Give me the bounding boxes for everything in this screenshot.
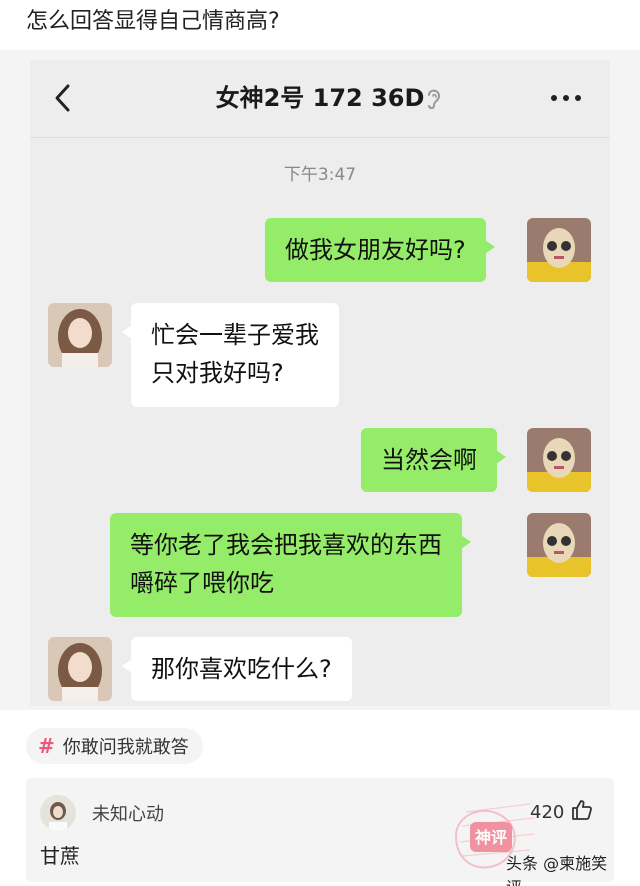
message-bubble-me[interactable]: 做我女朋友好吗? <box>265 218 495 282</box>
my-avatar[interactable] <box>527 428 591 492</box>
stamp-text: 神评 <box>475 828 507 847</box>
topic-label: 你敢问我就敢答 <box>62 737 189 758</box>
their-avatar[interactable] <box>48 637 112 701</box>
message-line: 等你老了我会把我喜欢的东西 <box>130 531 442 559</box>
comment-text: 甘蔗 <box>40 844 80 868</box>
comment-card: 未知心动 420 甘蔗 神评 头条 @柬施笑评 <box>26 778 614 886</box>
message-bubble-me[interactable]: 当然会啊 <box>361 428 506 492</box>
chat-header: 女神2号 172 36D <box>30 60 610 138</box>
topic-tag[interactable]: # 你敢问我就敢答 <box>26 728 203 764</box>
message-line: 当然会啊 <box>381 446 477 474</box>
hash-icon: # <box>38 734 55 758</box>
message-line: 嚼碎了喂你吃 <box>130 569 274 597</box>
commenter-avatar[interactable] <box>40 795 76 831</box>
chat-window: 女神2号 172 36D 下午3:47 做我女朋友好吗? 忙会一辈子爱我 只对我… <box>30 60 610 706</box>
message-timestamp: 下午3:47 <box>283 165 357 185</box>
my-avatar[interactable] <box>527 513 591 577</box>
thumbs-up-icon[interactable] <box>570 798 594 822</box>
my-avatar[interactable] <box>527 218 591 282</box>
message-line: 忙会一辈子爱我 <box>151 321 319 349</box>
watermark: 头条 @柬施笑评 <box>506 854 608 886</box>
message-bubble-them[interactable]: 那你喜欢吃什么? <box>122 637 352 701</box>
back-chevron-icon[interactable] <box>48 80 78 116</box>
message-line: 那你喜欢吃什么? <box>151 655 332 683</box>
their-avatar[interactable] <box>48 303 112 367</box>
message-bubble-me[interactable]: 等你老了我会把我喜欢的东西 嚼碎了喂你吃 <box>110 513 471 617</box>
ear-icon <box>424 86 444 112</box>
message-bubble-them[interactable]: 忙会一辈子爱我 只对我好吗? <box>122 303 339 407</box>
question-title: 怎么回答显得自己情商高? <box>26 9 280 34</box>
message-line: 只对我好吗? <box>151 359 284 387</box>
message-line: 做我女朋友好吗? <box>285 236 466 264</box>
commenter-name[interactable]: 未知心动 <box>92 800 164 826</box>
more-dots-icon[interactable] <box>546 86 586 110</box>
